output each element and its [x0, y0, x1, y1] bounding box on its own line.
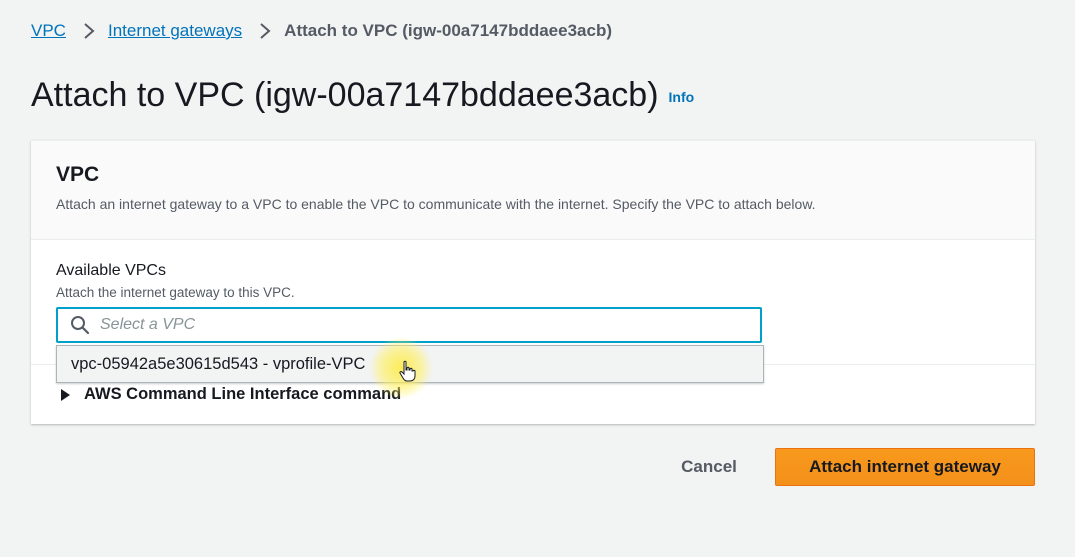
cli-expand-toggle[interactable]: AWS Command Line Interface command — [61, 385, 401, 404]
breadcrumb-current: Attach to VPC (igw-00a7147bddaee3acb) — [284, 21, 612, 40]
breadcrumb: VPC Internet gateways Attach to VPC (igw… — [31, 20, 612, 42]
available-vpcs-description: Attach the internet gateway to this VPC. — [56, 285, 295, 300]
info-link[interactable]: Info — [669, 89, 695, 105]
vpc-select-input[interactable] — [56, 307, 762, 343]
cli-toggle-label: AWS Command Line Interface command — [84, 385, 402, 403]
vpc-search-field[interactable] — [100, 316, 700, 334]
page-title: Attach to VPC (igw-00a7147bddaee3acb) Inf… — [31, 74, 694, 118]
chevron-right-icon — [84, 23, 95, 39]
breadcrumb-link-vpc[interactable]: VPC — [31, 21, 66, 41]
breadcrumb-link-internet-gateways[interactable]: Internet gateways — [108, 21, 242, 41]
chevron-right-icon — [260, 23, 271, 39]
search-icon — [71, 316, 90, 335]
panel-description: Attach an internet gateway to a VPC to e… — [56, 196, 816, 212]
panel-title: VPC — [56, 163, 100, 186]
cancel-button[interactable]: Cancel — [666, 449, 752, 485]
available-vpcs-label: Available VPCs — [56, 262, 166, 279]
page-title-text: Attach to VPC (igw-00a7147bddaee3acb) — [31, 76, 659, 114]
vpc-option[interactable]: vpc-05942a5e30615d543 - vprofile-VPC — [57, 346, 763, 382]
vpc-dropdown-list: vpc-05942a5e30615d543 - vprofile-VPC — [56, 345, 764, 383]
caret-right-icon — [61, 388, 70, 401]
attach-internet-gateway-button[interactable]: Attach internet gateway — [775, 448, 1035, 486]
panel-header: VPC Attach an internet gateway to a VPC … — [31, 141, 1035, 240]
